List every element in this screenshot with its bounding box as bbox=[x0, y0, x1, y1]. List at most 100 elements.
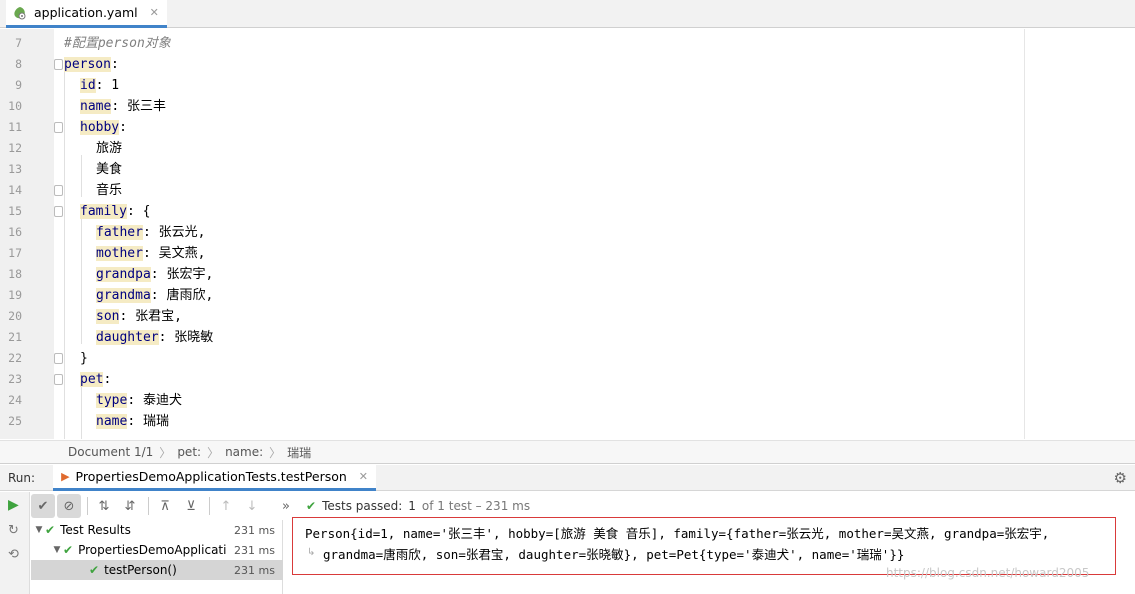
previous-test-icon[interactable]: ↑ bbox=[214, 494, 238, 518]
status-passed-label: Tests passed: bbox=[322, 499, 402, 513]
sort-alphabetically-icon[interactable]: ⇅ bbox=[92, 494, 116, 518]
gear-icon[interactable]: ⚙ bbox=[1114, 469, 1127, 487]
line-number: 17 bbox=[0, 243, 22, 264]
breadcrumb: Document 1/1 〉 pet: 〉 name: 〉 瑞瑞 bbox=[0, 440, 1135, 464]
yaml-key: grandma bbox=[96, 288, 151, 303]
tree-row-test-results[interactable]: ▼ ✔ Test Results 231 ms bbox=[31, 520, 283, 540]
breadcrumb-item[interactable]: pet: bbox=[177, 445, 201, 459]
code-line[interactable]: 13美食 bbox=[0, 159, 1135, 180]
test-results-tree[interactable]: ▼ ✔ Test Results 231 ms ▼ ✔ PropertiesDe… bbox=[31, 520, 283, 594]
rerun-icon[interactable]: ▶ bbox=[8, 497, 19, 513]
code-text: type: 泰迪犬 bbox=[96, 390, 182, 411]
code-line[interactable]: 16father: 张云光, bbox=[0, 222, 1135, 243]
yaml-value: : 张晓敏 bbox=[159, 330, 214, 345]
fold-marker-icon[interactable] bbox=[54, 206, 63, 217]
breadcrumb-separator: 〉 bbox=[159, 444, 171, 461]
next-test-icon[interactable]: ↓ bbox=[240, 494, 264, 518]
run-toolbar: ✔ ⊘ ⇅ ⇵ ⊼ ⊻ ↑ ↓ » ✔ Tests passed: 1 of 1… bbox=[31, 492, 1135, 520]
tree-row-test-class[interactable]: ▼ ✔ PropertiesDemoApplicati 231 ms bbox=[31, 540, 283, 560]
line-number: 16 bbox=[0, 222, 22, 243]
code-line[interactable]: 20son: 张君宝, bbox=[0, 306, 1135, 327]
yaml-value: : 唐雨欣, bbox=[151, 288, 213, 303]
console-line: Person{id=1, name='张三丰', hobby=[旅游 美食 音乐… bbox=[305, 523, 1049, 542]
tree-row-test-method[interactable]: ✔ testPerson() 231 ms bbox=[31, 560, 283, 580]
code-line[interactable]: 25 name: 瑞瑞 bbox=[0, 411, 1135, 432]
code-text: 美食 bbox=[96, 159, 122, 180]
fold-marker-icon[interactable] bbox=[54, 59, 63, 70]
yaml-key: person bbox=[64, 57, 111, 72]
code-text: person: bbox=[64, 54, 119, 75]
status-detail: of 1 test – 231 ms bbox=[422, 499, 530, 513]
code-text: name: 张三丰 bbox=[80, 96, 166, 117]
run-panel-header: Run: ▶ PropertiesDemoApplicationTests.te… bbox=[0, 465, 1135, 491]
document-indicator: Document 1/1 bbox=[68, 445, 153, 459]
code-line[interactable]: 12旅游 bbox=[0, 138, 1135, 159]
yaml-key: family bbox=[80, 204, 127, 219]
passed-check-icon: ✔ bbox=[306, 499, 316, 513]
code-line[interactable]: 18grandpa: 张宏宇, bbox=[0, 264, 1135, 285]
editor-tab-application-yaml[interactable]: application.yaml ✕ bbox=[6, 0, 167, 28]
fold-marker-icon[interactable] bbox=[54, 374, 63, 385]
close-tab-icon[interactable]: ✕ bbox=[150, 6, 159, 19]
run-config-tab[interactable]: ▶ PropertiesDemoApplicationTests.testPer… bbox=[53, 465, 376, 491]
code-line[interactable]: 22} bbox=[0, 348, 1135, 369]
code-line[interactable]: 10name: 张三丰 bbox=[0, 96, 1135, 117]
more-icon[interactable]: » bbox=[274, 494, 298, 518]
fold-marker-icon[interactable] bbox=[54, 122, 63, 133]
collapse-arrow-icon[interactable]: ▼ bbox=[51, 545, 63, 555]
sort-by-duration-icon[interactable]: ⇵ bbox=[118, 494, 142, 518]
run-label: Run: bbox=[8, 471, 35, 485]
yaml-key: grandpa bbox=[96, 267, 151, 282]
show-passed-icon[interactable]: ✔ bbox=[31, 494, 55, 518]
code-editor[interactable]: 7#配置person对象8person:9id: 110name: 张三丰11h… bbox=[0, 29, 1135, 439]
watermark: https://blog.csdn.net/howard2005 bbox=[886, 566, 1089, 580]
expand-all-icon[interactable]: ⊼ bbox=[153, 494, 177, 518]
line-number: 11 bbox=[0, 117, 22, 138]
status-count: 1 bbox=[408, 499, 416, 513]
yaml-value: : bbox=[111, 57, 119, 72]
toolbar-divider bbox=[209, 497, 210, 515]
breadcrumb-item[interactable]: 瑞瑞 bbox=[287, 444, 311, 461]
code-line[interactable]: 8person: bbox=[0, 54, 1135, 75]
line-number: 23 bbox=[0, 369, 22, 390]
code-text: name: 瑞瑞 bbox=[96, 411, 169, 432]
code-line[interactable]: 23pet: bbox=[0, 369, 1135, 390]
yaml-value: : bbox=[119, 120, 127, 135]
collapse-arrow-icon[interactable]: ▼ bbox=[33, 525, 45, 535]
yaml-value: : 吴文燕, bbox=[143, 246, 205, 261]
tree-row-label: PropertiesDemoApplicati bbox=[78, 543, 226, 557]
code-line[interactable]: 24type: 泰迪犬 bbox=[0, 390, 1135, 411]
fold-marker-icon[interactable] bbox=[54, 353, 63, 364]
yaml-value: } bbox=[80, 351, 88, 366]
yaml-value: 音乐 bbox=[96, 183, 122, 198]
code-line[interactable]: 21daughter: 张晓敏 bbox=[0, 327, 1135, 348]
code-line[interactable]: 19grandma: 唐雨欣, bbox=[0, 285, 1135, 306]
yaml-key: daughter bbox=[96, 330, 159, 345]
passed-check-icon: ✔ bbox=[45, 523, 55, 537]
code-line[interactable]: 7#配置person对象 bbox=[0, 33, 1135, 54]
yaml-key: mother bbox=[96, 246, 143, 261]
code-text: family: { bbox=[80, 201, 150, 222]
yaml-key: father bbox=[96, 225, 143, 240]
breadcrumb-item[interactable]: name: bbox=[225, 445, 263, 459]
breadcrumb-separator: 〉 bbox=[207, 444, 219, 461]
collapse-all-icon[interactable]: ⊻ bbox=[179, 494, 203, 518]
rerun-failed-icon[interactable]: ↻ bbox=[8, 523, 19, 538]
line-number: 14 bbox=[0, 180, 22, 201]
line-number: 25 bbox=[0, 411, 22, 432]
show-ignored-icon[interactable]: ⊘ bbox=[57, 494, 81, 518]
close-run-tab-icon[interactable]: ✕ bbox=[359, 470, 368, 483]
code-text: 音乐 bbox=[96, 180, 122, 201]
code-line[interactable]: 14 音乐 bbox=[0, 180, 1135, 201]
toggle-auto-test-icon[interactable]: ⟲ bbox=[8, 547, 19, 562]
fold-marker-icon[interactable] bbox=[54, 185, 63, 196]
breadcrumb-separator: 〉 bbox=[269, 444, 281, 461]
yaml-value: : 张君宝, bbox=[119, 309, 181, 324]
code-text: } bbox=[80, 348, 88, 369]
code-line[interactable]: 9id: 1 bbox=[0, 75, 1135, 96]
code-line[interactable]: 17 mother: 吴文燕, bbox=[0, 243, 1135, 264]
yaml-value: : 1 bbox=[96, 78, 119, 93]
yaml-value: : { bbox=[127, 204, 150, 219]
code-line[interactable]: 11hobby: bbox=[0, 117, 1135, 138]
code-line[interactable]: 15family: { bbox=[0, 201, 1135, 222]
